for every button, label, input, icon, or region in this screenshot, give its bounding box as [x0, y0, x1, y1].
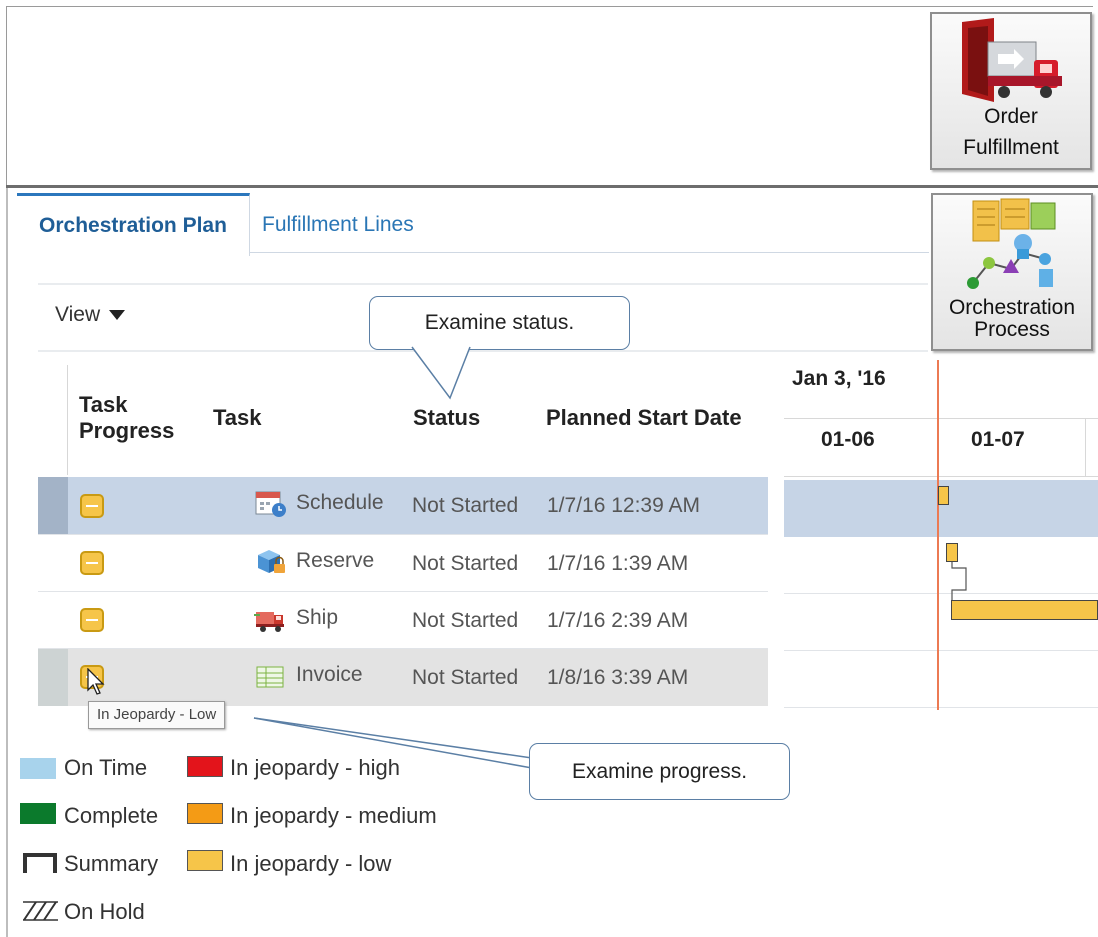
- planned-start-date: 1/8/16 3:39 AM: [547, 666, 689, 689]
- legend-swatch-on-time: [20, 758, 56, 779]
- task-status: Not Started: [412, 666, 519, 689]
- task-name[interactable]: Invoice: [296, 663, 363, 687]
- orchestration-label-2: Process: [974, 318, 1050, 341]
- summary-bracket-icon: [23, 853, 57, 873]
- legend-label-jeopardy-medium: In jeopardy - medium: [230, 803, 437, 828]
- toolbar-top-border: [38, 283, 928, 285]
- gantt-day-label: 01-07: [971, 428, 1025, 451]
- gantt-row-separator: [784, 650, 1098, 651]
- legend-label-on-hold: On Hold: [64, 899, 145, 924]
- panel-divider: [6, 185, 1098, 188]
- gantt-day-divider: [1085, 418, 1086, 476]
- legend-swatch-jeopardy-low: [187, 850, 223, 871]
- legend-swatch-jeopardy-high: [187, 756, 223, 777]
- orchestration-flow-icon: [967, 198, 1056, 289]
- row-selection-indicator: [38, 477, 68, 534]
- column-header-status[interactable]: Status: [413, 405, 480, 431]
- task-status: Not Started: [412, 552, 519, 575]
- gantt-bar-ship[interactable]: [951, 600, 1098, 620]
- view-menu[interactable]: View: [55, 303, 126, 327]
- progress-tooltip: In Jeopardy - Low: [88, 701, 226, 729]
- gantt-bar-schedule[interactable]: [938, 486, 949, 505]
- progress-callout-text: Examine progress.: [571, 760, 748, 783]
- planned-start-date: 1/7/16 12:39 AM: [547, 494, 700, 517]
- toolbar-bottom-border: [38, 350, 928, 352]
- task-progress-indicator[interactable]: [80, 551, 104, 575]
- legend-swatch-jeopardy-medium: [187, 803, 223, 824]
- column-header-task[interactable]: Task: [213, 405, 262, 431]
- planned-start-date: 1/7/16 2:39 AM: [547, 609, 689, 632]
- view-menu-label: View: [55, 303, 101, 326]
- status-callout: Examine status.: [369, 296, 630, 350]
- task-name[interactable]: Ship: [296, 606, 338, 630]
- order-fulfillment-label-1: Order: [984, 105, 1038, 128]
- legend-label-summary: Summary: [64, 851, 159, 876]
- current-time-line: [937, 360, 939, 710]
- task-progress-indicator[interactable]: [80, 608, 104, 632]
- legend-label-on-time: On Time: [64, 755, 148, 780]
- progress-callout: Examine progress.: [529, 743, 790, 800]
- truck-icon: [254, 612, 284, 632]
- task-progress-indicator[interactable]: [80, 494, 104, 518]
- panel-left-edge: [6, 188, 8, 937]
- task-status: Not Started: [412, 494, 519, 517]
- row-hover-indicator: [38, 649, 68, 706]
- order-fulfillment-label-2: Fulfillment: [963, 136, 1059, 159]
- order-fulfillment-tile[interactable]: Order Fulfillment: [930, 12, 1092, 170]
- gantt-week-label: Jan 3, '16: [792, 367, 886, 390]
- task-name[interactable]: Schedule: [296, 491, 384, 515]
- tab-fulfillment-lines[interactable]: Fulfillment Lines: [262, 196, 414, 254]
- task-status: Not Started: [412, 609, 519, 632]
- column-header-planned-start-date[interactable]: Planned Start Date: [546, 405, 742, 431]
- tab-bar-underline: [249, 252, 929, 253]
- hatch-icon: [23, 901, 58, 921]
- legend-swatch-complete: [20, 803, 56, 824]
- column-header-task-progress[interactable]: Task Progress: [79, 392, 174, 444]
- reserve-box-lock-icon: [258, 550, 285, 573]
- calendar-clock-icon: [255, 491, 286, 517]
- status-callout-pointer: [411, 346, 471, 400]
- gantt-row-separator: [784, 593, 1098, 594]
- mouse-cursor-icon: [87, 668, 105, 695]
- grid-left-border: [67, 365, 68, 475]
- caret-down-icon: [109, 310, 126, 321]
- legend-label-jeopardy-high: In jeopardy - high: [230, 755, 400, 780]
- legend-label-jeopardy-low: In jeopardy - low: [230, 851, 392, 876]
- legend-label-complete: Complete: [64, 803, 159, 828]
- truck-loading-icon: [962, 18, 1062, 102]
- tab-orchestration-plan[interactable]: Orchestration Plan: [17, 193, 250, 256]
- gantt-row-separator: [784, 707, 1098, 708]
- gantt-header-bottom: [784, 476, 1098, 477]
- orchestration-process-tile[interactable]: Orchestration Process: [931, 193, 1093, 351]
- status-callout-text: Examine status.: [424, 311, 575, 334]
- invoice-grid-icon: [256, 666, 284, 688]
- gantt-day-label: 01-06: [821, 428, 875, 451]
- task-name[interactable]: Reserve: [296, 549, 374, 573]
- gantt-header-line: [784, 418, 1098, 419]
- planned-start-date: 1/7/16 1:39 AM: [547, 552, 689, 575]
